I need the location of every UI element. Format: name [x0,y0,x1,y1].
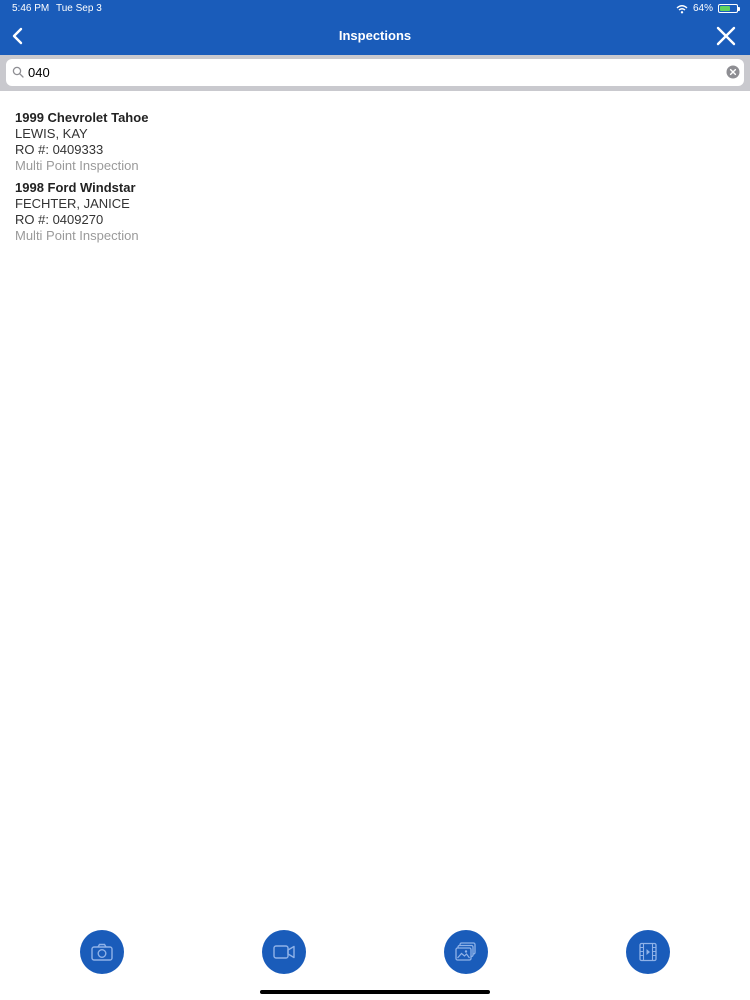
close-button[interactable] [714,24,738,48]
video-button[interactable] [262,930,306,974]
nav-bar: Inspections [0,18,750,55]
video-camera-icon [273,945,295,959]
vehicle-name: 1998 Ford Windstar [15,180,136,195]
inspection-type: Multi Point Inspection [15,228,139,243]
wifi-icon [676,4,688,13]
customer-name: LEWIS, KAY [15,126,88,141]
search-bar [0,55,750,91]
camera-icon [91,943,113,961]
home-indicator [260,990,490,994]
close-icon [716,26,736,46]
photo-gallery-button[interactable] [444,930,488,974]
camera-button[interactable] [80,930,124,974]
status-bar: 5:46 PM Tue Sep 3 64% [0,0,750,18]
customer-name: FECHTER, JANICE [15,196,130,211]
status-time: 5:46 PM [12,3,50,14]
video-gallery-button[interactable] [626,930,670,974]
battery-icon [718,4,740,13]
list-item[interactable]: 1999 Chevrolet Tahoe LEWIS, KAY RO #: 04… [15,110,735,174]
ro-number: RO #: 0409333 [15,142,104,157]
inspection-list: 1999 Chevrolet Tahoe LEWIS, KAY RO #: 04… [15,110,735,250]
video-gallery-icon [639,942,657,962]
list-item[interactable]: 1998 Ford Windstar FECHTER, JANICE RO #:… [15,180,735,244]
photo-gallery-icon [455,942,476,961]
battery-percentage: 64% [692,3,713,14]
search-icon [12,66,24,78]
vehicle-name: 1999 Chevrolet Tahoe [15,110,149,125]
page-title: Inspections [338,28,412,43]
clear-search-button[interactable] [726,65,740,79]
search-box [6,59,744,86]
clear-icon [726,65,740,79]
status-date: Tue Sep 3 [56,3,102,14]
search-input[interactable] [28,63,718,82]
inspection-type: Multi Point Inspection [15,158,139,173]
status-indicators: 64% [676,3,740,14]
ro-number: RO #: 0409270 [15,212,104,227]
battery-level [720,6,730,11]
